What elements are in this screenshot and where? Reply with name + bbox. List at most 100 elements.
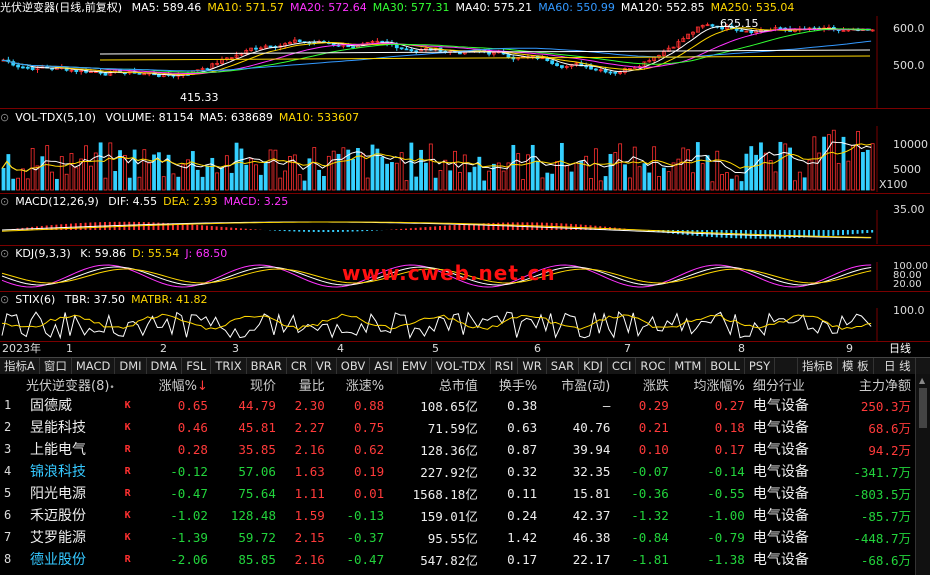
indicator-tab[interactable]: PSY	[745, 358, 776, 374]
table-row[interactable]: 8 德业股份 R -2.06 85.85 2.16 -0.47 547.82亿 0.17 22.1…	[0, 548, 915, 570]
legend-item: MA20: 572.64	[290, 1, 367, 14]
indicator-tab[interactable]: ROC	[636, 358, 671, 374]
legend-item: MA250: 535.04	[710, 1, 795, 14]
month-tick: 6	[534, 342, 541, 355]
indicator-tab[interactable]: DMA	[147, 358, 183, 374]
stix-chart[interactable]	[0, 308, 930, 341]
table-scrollbar[interactable]: ▲	[915, 374, 930, 575]
cell: -0.14	[707, 463, 745, 479]
indicator-tab[interactable]: WR	[518, 358, 547, 374]
cell: 2.16	[294, 551, 325, 567]
kline-chart[interactable]	[0, 16, 930, 108]
cell: 0.32	[507, 463, 538, 479]
collapse-icon[interactable]: ⊙	[0, 247, 9, 260]
table-row[interactable]: 5 阳光电源 R -0.47 75.64 1.11 0.01 1568.18亿 0.11 15.8…	[0, 482, 915, 504]
cell: 0.10	[638, 441, 669, 457]
cell: 35.85	[238, 441, 276, 457]
table-row[interactable]: 1 固德威 K 0.65 44.79 2.30 0.88 108.65亿 0.38 – 0.29 0.…	[0, 394, 915, 416]
collapse-icon[interactable]: ⊙	[0, 293, 9, 306]
period-label[interactable]: 日线	[889, 342, 911, 356]
cell: 1568.18亿	[412, 486, 478, 502]
block-title[interactable]: 光伏逆变器(8)•	[0, 374, 139, 394]
col-header[interactable]: 涨跌	[614, 374, 672, 394]
high-price-label: 625.15	[720, 17, 759, 30]
legend-item: MA120: 552.85	[620, 1, 705, 14]
col-header[interactable]: 现价	[212, 374, 280, 394]
scroll-up-icon[interactable]: ▲	[919, 376, 925, 385]
col-header[interactable]: 细分行业	[749, 374, 831, 394]
indicator-tab[interactable]: CR	[287, 358, 312, 374]
volume-chart[interactable]	[0, 126, 930, 192]
cell: 电气设备	[752, 486, 809, 502]
vol-title[interactable]: VOL-TDX(5,10)	[15, 111, 96, 124]
cell: -0.47	[170, 485, 208, 501]
col-header[interactable]: 涨速%	[329, 374, 388, 394]
month-tick: 8	[738, 342, 745, 355]
indicator-tab[interactable]: BRAR	[247, 358, 287, 374]
stock-name: 锦浪科技	[30, 464, 86, 480]
cell: -803.5万	[853, 486, 911, 502]
vol-axis-tick: 5000	[893, 163, 921, 176]
col-header[interactable]: 量比	[280, 374, 329, 394]
indicator-tab[interactable]: RSI	[491, 358, 519, 374]
table-row[interactable]: 3 上能电气 R 0.28 35.85 2.16 0.62 128.36亿 0.87 39.94 0…	[0, 438, 915, 460]
scroll-thumb[interactable]	[919, 388, 927, 428]
indicator-tab[interactable]: TRIX	[211, 358, 247, 374]
cell: 1.63	[294, 463, 325, 479]
col-header[interactable]: 涨幅%↓	[139, 374, 212, 394]
indicator-tab[interactable]: DMI	[115, 358, 147, 374]
cell: -1.00	[707, 507, 745, 523]
table-row[interactable]: 2 昱能科技 K 0.46 45.81 2.27 0.75 71.59亿 0.63 40.76 0.…	[0, 416, 915, 438]
stock-name: 昱能科技	[30, 420, 86, 436]
time-axis: 2023年 1 2 3 4 5 6 7 8 9 日线	[0, 341, 930, 357]
cell: 0.11	[507, 485, 538, 501]
col-header-label: 涨幅%	[158, 378, 197, 394]
indicator-tab[interactable]: OBV	[337, 358, 371, 374]
template-tab[interactable]: 模 板	[838, 358, 874, 374]
day-line-tab[interactable]: 日 线	[880, 358, 916, 374]
indicator-tab[interactable]: KDJ	[579, 358, 608, 374]
col-header[interactable]: 主力净额	[831, 374, 915, 394]
col-header[interactable]: 换手%	[482, 374, 541, 394]
stock-flag-badge: R	[124, 553, 131, 565]
cell: 40.76	[572, 419, 611, 435]
indicator-b-tab[interactable]: 指标B	[797, 358, 838, 374]
row-index: 1	[4, 398, 12, 412]
col-header[interactable]: 总市值	[388, 374, 482, 394]
cell: 0.18	[714, 419, 745, 435]
indicator-tab[interactable]: SAR	[547, 358, 580, 374]
chart-title[interactable]: 光伏逆变器(日线,前复权)	[0, 1, 122, 14]
indicator-tab[interactable]: ASI	[370, 358, 398, 374]
table-row[interactable]: 7 艾罗能源 K -1.39 59.72 2.15 -0.37 95.55亿 1.42 46.38…	[0, 526, 915, 548]
cell: 电气设备	[752, 398, 809, 414]
indicator-tab[interactable]: EMV	[398, 358, 432, 374]
kdj-title[interactable]: KDJ(9,3,3)	[15, 247, 71, 260]
ma-legend: MA5: 589.46 MA10: 571.57 MA20: 572.64 MA30:…	[132, 1, 801, 14]
table-row[interactable]: 6 禾迈股份 K -1.02 128.48 1.59 -0.13 159.01亿 0.24 42.…	[0, 504, 915, 526]
collapse-icon[interactable]: ⊙	[0, 111, 9, 124]
indicator-tab[interactable]: 窗口	[40, 358, 72, 374]
table-row[interactable]: 4 锦浪科技 R -0.12 57.06 1.63 0.19 227.92亿 0.32 32.35…	[0, 460, 915, 482]
indicator-tab[interactable]: 指标A	[0, 358, 40, 374]
col-header[interactable]: 均涨幅%	[673, 374, 749, 394]
indicator-tab[interactable]: VR	[312, 358, 337, 374]
indicator-tab[interactable]: VOL-TDX	[432, 358, 491, 374]
main-chart-header: 光伏逆变器(日线,前复权) MA5: 589.46 MA10: 571.57 MA2…	[0, 0, 806, 16]
macd-chart[interactable]	[0, 210, 930, 244]
month-tick: 4	[337, 342, 344, 355]
indicator-tab[interactable]: FSL	[182, 358, 212, 374]
price-axis-tick: 500.0	[893, 59, 925, 72]
col-header[interactable]: 市盈(动)	[541, 374, 614, 394]
macd-title[interactable]: MACD(12,26,9)	[15, 195, 99, 208]
cell: 22.17	[572, 551, 611, 567]
stix-title[interactable]: STIX(6)	[15, 293, 55, 306]
stock-name: 德业股份	[30, 552, 86, 568]
indicator-tab[interactable]: BOLL	[706, 358, 745, 374]
stock-flag-badge: R	[124, 487, 131, 499]
month-tick: 5	[432, 342, 439, 355]
indicator-tab[interactable]: MTM	[670, 358, 707, 374]
vol-legend: VOLUME: 81154 MA5: 638689 MA10: 533607	[105, 111, 365, 124]
indicator-tab[interactable]: MACD	[72, 358, 116, 374]
indicator-tab[interactable]: CCI	[608, 358, 637, 374]
collapse-icon[interactable]: ⊙	[0, 195, 9, 208]
